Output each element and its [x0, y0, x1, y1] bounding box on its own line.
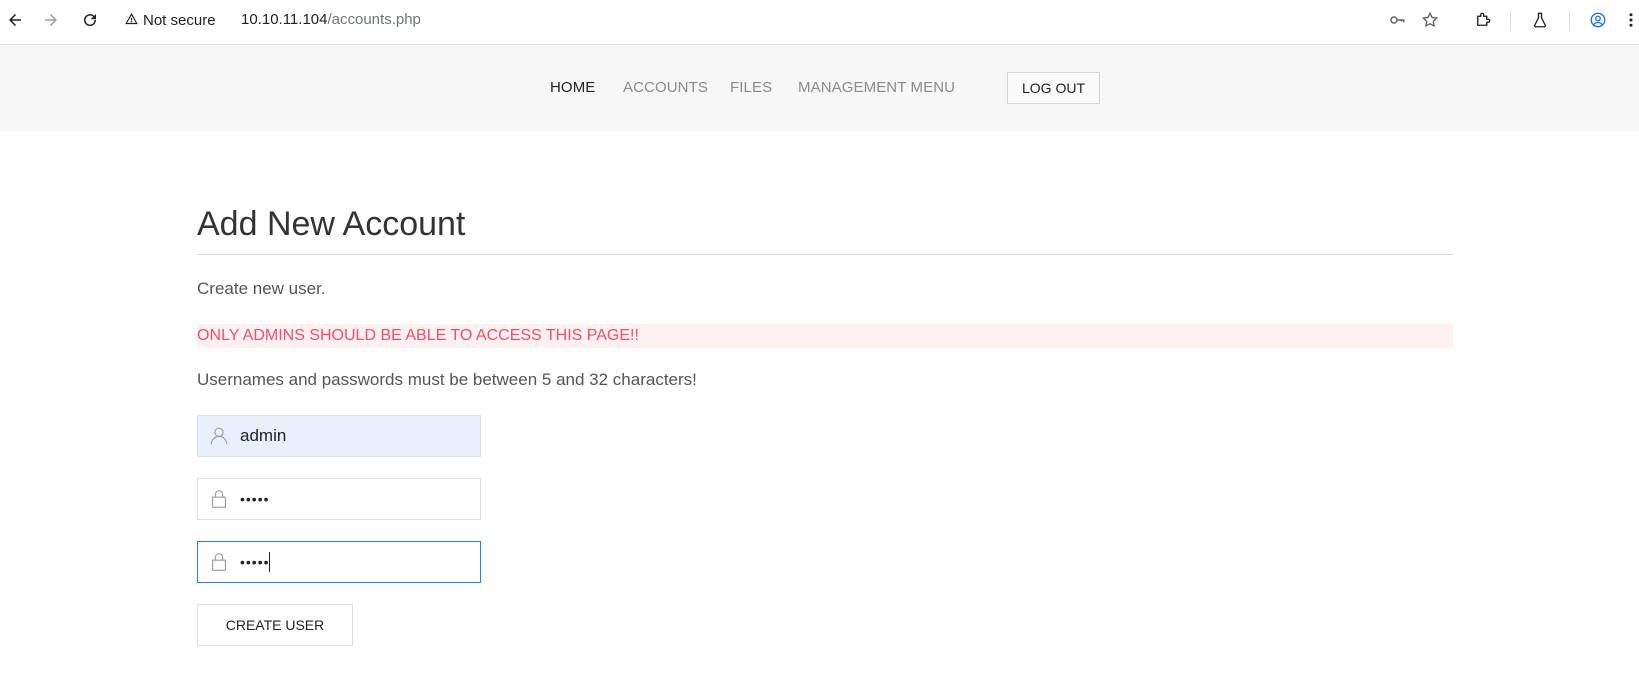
nav-accounts[interactable]: ACCOUNTS — [623, 78, 708, 98]
nav-management-menu[interactable]: MANAGEMENT MENU — [798, 78, 955, 98]
page-title: Add New Account — [197, 205, 466, 243]
toolbar-separator — [1569, 12, 1570, 30]
title-divider — [197, 254, 1453, 255]
url-path: /accounts.php — [327, 11, 421, 28]
site-navbar: HOME ACCOUNTS FILES MANAGEMENT MENU LOG … — [0, 45, 1639, 131]
forward-arrow-icon[interactable] — [40, 9, 62, 31]
confirm-password-field[interactable] — [197, 541, 481, 583]
security-label: Not secure — [143, 11, 216, 29]
warning-icon — [124, 11, 139, 30]
create-user-button[interactable]: CREATE USER — [197, 604, 353, 646]
user-icon — [198, 416, 240, 456]
menu-dots-icon[interactable] — [1624, 9, 1638, 31]
key-icon[interactable] — [1386, 9, 1408, 31]
lock-icon — [198, 479, 240, 519]
browser-toolbar: Not secure 10.10.11.104/accounts.php — [0, 0, 1639, 45]
reload-icon[interactable] — [79, 9, 101, 31]
labs-flask-icon[interactable] — [1529, 9, 1551, 31]
lock-icon — [198, 542, 240, 582]
password-input[interactable] — [240, 480, 470, 518]
username-input[interactable] — [240, 417, 470, 455]
admin-warning: ONLY ADMINS SHOULD BE ABLE TO ACCESS THI… — [197, 324, 1453, 348]
star-icon[interactable] — [1419, 9, 1441, 31]
requirements-text: Usernames and passwords must be between … — [197, 370, 697, 389]
address-bar[interactable]: 10.10.11.104/accounts.php — [241, 10, 421, 30]
back-arrow-icon[interactable] — [4, 9, 26, 31]
profile-icon[interactable] — [1587, 9, 1609, 31]
extensions-icon[interactable] — [1472, 9, 1494, 31]
toolbar-separator — [1510, 12, 1511, 30]
security-indicator[interactable]: Not secure — [124, 10, 216, 30]
confirm-password-input[interactable] — [240, 543, 470, 581]
logout-button[interactable]: LOG OUT — [1007, 72, 1100, 104]
username-field[interactable] — [197, 415, 481, 457]
url-host: 10.10.11.104 — [241, 11, 328, 28]
subtitle: Create new user. — [197, 279, 326, 298]
nav-files[interactable]: FILES — [730, 78, 772, 98]
text-caret — [269, 552, 270, 572]
password-field[interactable] — [197, 478, 481, 520]
nav-home[interactable]: HOME — [550, 78, 595, 98]
